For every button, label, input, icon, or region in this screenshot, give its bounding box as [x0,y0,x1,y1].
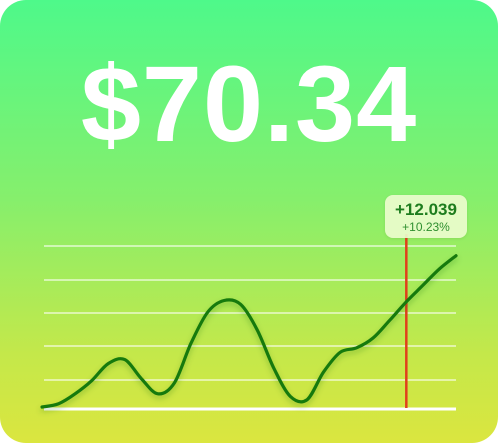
change-tooltip: +12.039 +10.23% [385,195,467,238]
change-percent: +10.23% [402,220,450,234]
data-point [239,303,242,306]
series-line [40,254,458,409]
price-card: $70.34 +12.039 +10.23% [0,0,498,443]
data-point [107,362,110,365]
data-point [123,358,126,361]
data-point [339,351,342,354]
data-point [41,406,44,409]
data-point [272,367,275,370]
gridlines [44,245,456,411]
data-points [41,254,458,408]
data-point [90,379,93,382]
data-point [322,371,325,374]
data-point [140,377,143,380]
data-point [372,336,375,339]
data-point [388,319,391,322]
data-point [74,392,77,395]
data-point [289,395,292,398]
data-point [306,398,309,401]
data-point [421,284,424,287]
data-point [57,402,60,405]
data-point [438,267,441,270]
data-point [173,381,176,384]
data-point [223,299,226,302]
data-point [206,311,209,314]
data-point [405,300,408,303]
data-point [355,346,358,349]
change-value: +12.039 [395,200,457,219]
data-point [190,342,193,345]
data-point [256,329,259,332]
data-point [455,254,458,257]
data-point [156,392,159,395]
